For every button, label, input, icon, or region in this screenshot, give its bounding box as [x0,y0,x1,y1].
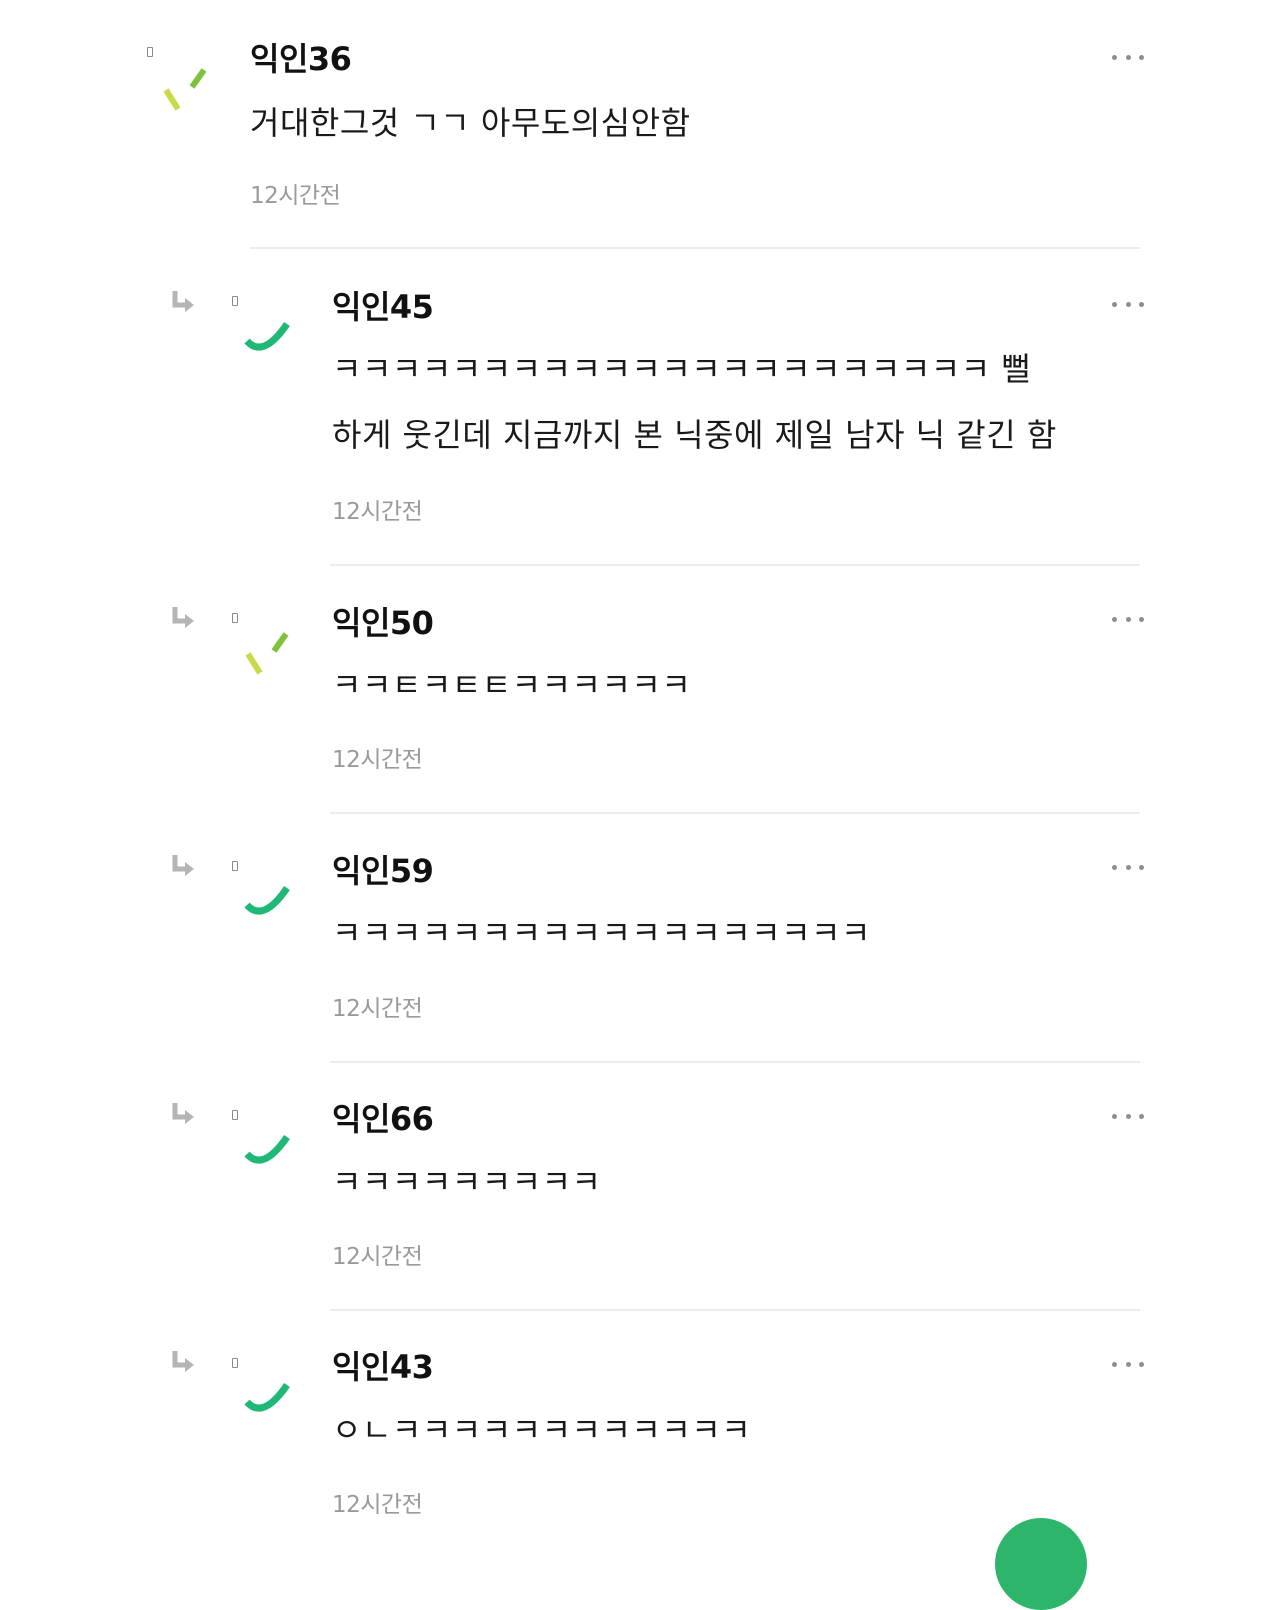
comment-text-line: 하게 웃긴데 지금까지 본 닉중에 제일 남자 닉 같긴 함 [332,416,1057,454]
comment-nickname[interactable]: 익인36 [250,40,352,78]
green-arc-avatar [244,885,290,915]
comment-timestamp: 12시간전 [332,1244,423,1270]
comment-body: ㅋㅋㅋㅋㅋㅋㅋㅋㅋㅋㅋㅋㅋㅋㅋㅋㅋㅋㅋㅋㅋㅋ 뻘 하게 웃긴데 지금까지 본 닉… [332,336,1057,468]
comment-body: ㅇㄴㅋㅋㅋㅋㅋㅋㅋㅋㅋㅋㅋㅋ [332,1397,751,1463]
comment-body: ㅋㅋㅋㅋㅋㅋㅋㅋㅋㅋㅋㅋㅋㅋㅋㅋㅋㅋ [332,900,871,966]
more-horizontal-icon [1112,301,1117,307]
green-arc-avatar [244,1134,290,1164]
dot-icon [232,296,238,306]
comment-body: 거대한그것 ㄱㄱ 아무도의심안함 [250,90,691,156]
reply-arrow-icon [172,855,194,876]
more-options-button[interactable] [1112,296,1144,312]
reply-arrow-icon [172,291,194,312]
comment-divider [250,247,1140,249]
comment-divider [330,1309,1140,1311]
dot-icon [147,47,153,57]
comment-body: ㅋㅋㅌㅋㅌㅌㅋㅋㅋㅋㅋㅋ [332,652,691,718]
more-options-button[interactable] [1112,49,1144,65]
reply-arrow-icon [172,607,194,628]
comment-nickname[interactable]: 익인50 [332,604,434,642]
more-horizontal-icon [1112,1113,1117,1119]
comment-text-line: ㅋㅋㅌㅋㅌㅌㅋㅋㅋㅋㅋㅋ [332,666,692,704]
comment-divider [330,1061,1140,1063]
green-arc-avatar [244,1382,290,1412]
yellow-green-dashes-avatar [245,632,289,675]
more-horizontal-icon [1112,616,1117,622]
comment-text-line: ㅋㅋㅋㅋㅋㅋㅋㅋㅋㅋㅋㅋㅋㅋㅋㅋㅋㅋ [332,914,871,952]
comment-nickname[interactable]: 익인43 [332,1348,434,1386]
reply-arrow-icon [172,1351,194,1372]
yellow-green-dashes-avatar [163,68,207,111]
more-horizontal-icon [1112,1361,1117,1367]
dot-icon [232,1110,238,1120]
dot-icon [232,861,238,871]
more-horizontal-icon [1112,864,1117,870]
more-horizontal-icon [1112,54,1117,60]
write-comment-fab[interactable] [995,1518,1087,1610]
comment-timestamp: 12시간전 [332,747,423,773]
comment-nickname[interactable]: 익인66 [332,1100,434,1138]
comment-text-line: ㅋㅋㅋㅋㅋㅋㅋㅋㅋㅋㅋㅋㅋㅋㅋㅋㅋㅋㅋㅋㅋㅋ 뻘 [332,350,1032,388]
reply-arrow-icon [172,1103,194,1124]
comment-timestamp: 12시간전 [332,996,423,1022]
more-options-button[interactable] [1112,1108,1144,1124]
comment-nickname[interactable]: 익인45 [332,288,434,326]
comment-divider [330,564,1140,566]
green-arc-avatar [244,321,290,351]
comment-timestamp: 12시간전 [332,1492,423,1518]
comment-text-line: ㅇㄴㅋㅋㅋㅋㅋㅋㅋㅋㅋㅋㅋㅋ [332,1411,752,1449]
comment-text-line: ㅋㅋㅋㅋㅋㅋㅋㅋㅋ [332,1163,602,1201]
dot-icon [232,1358,238,1368]
more-options-button[interactable] [1112,859,1144,875]
more-options-button[interactable] [1112,1356,1144,1372]
comment-timestamp: 12시간전 [332,499,423,525]
comment-timestamp: 12시간전 [250,183,341,209]
comment-nickname[interactable]: 익인59 [332,852,434,890]
dot-icon [232,613,238,623]
comment-thread: 익인36 거대한그것 ㄱㄱ 아무도의심안함 12시간전 익인45 ㅋㅋㅋㅋㅋㅋㅋ… [0,0,1280,1610]
comment-body: ㅋㅋㅋㅋㅋㅋㅋㅋㅋ [332,1149,601,1215]
comment-text-line: 거대한그것 ㄱㄱ 아무도의심안함 [250,104,691,142]
more-options-button[interactable] [1112,611,1144,627]
comment-divider [330,812,1140,814]
